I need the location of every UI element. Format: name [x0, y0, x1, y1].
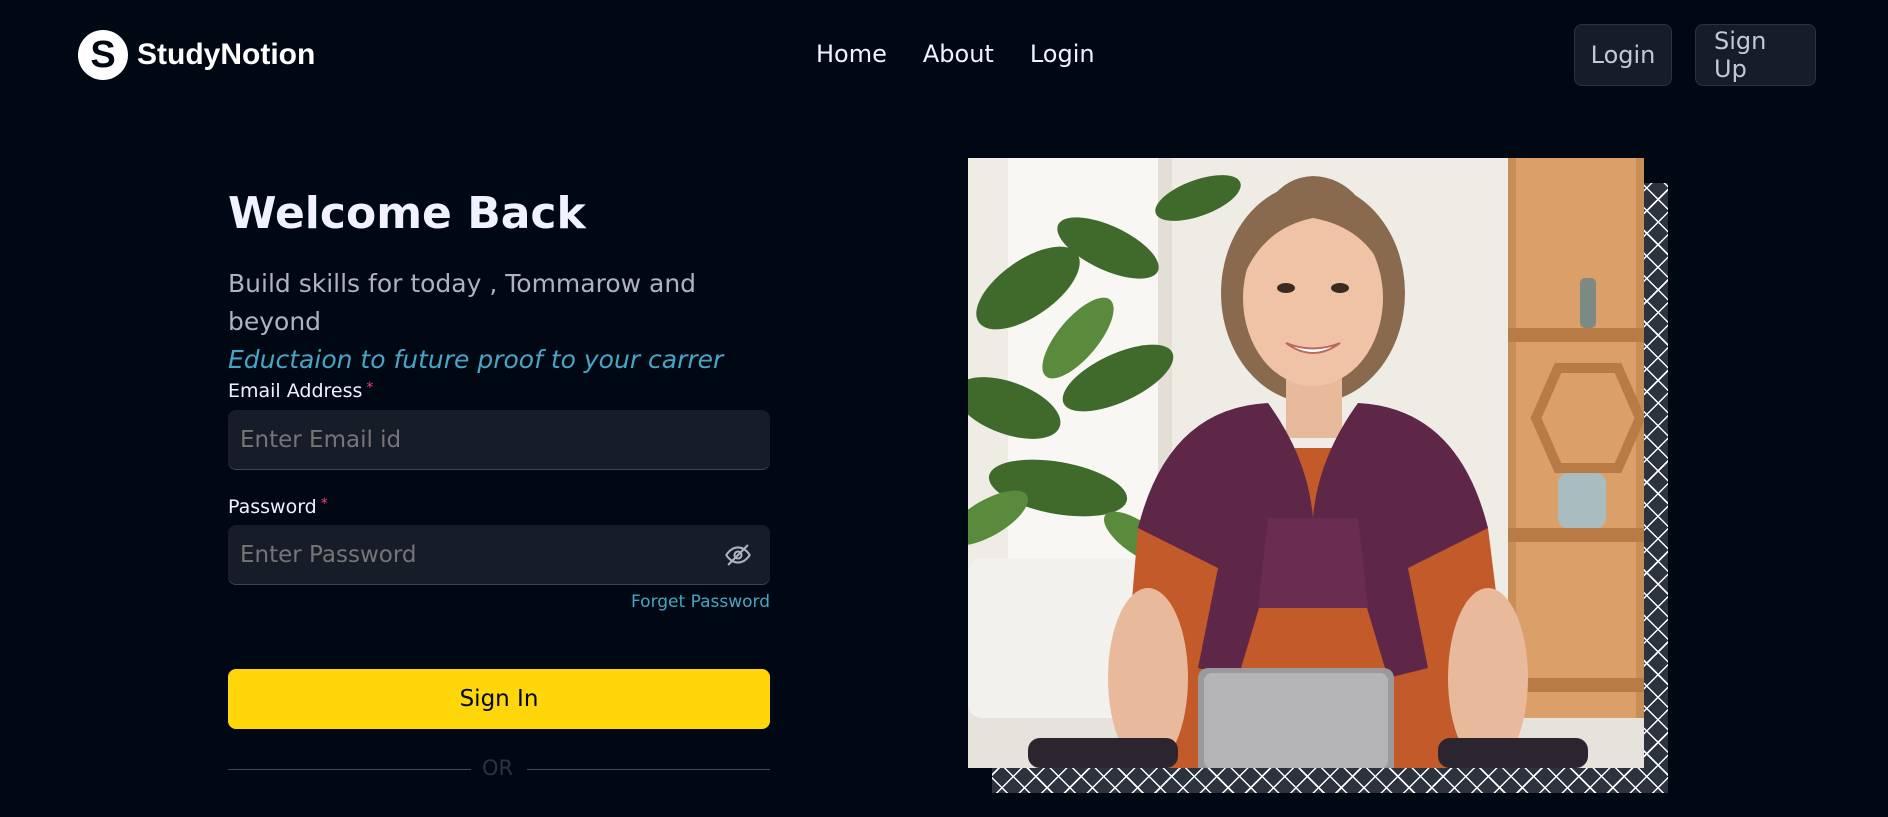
brand-name: StudyNotion [137, 38, 316, 71]
hero-image [968, 158, 1644, 768]
subtitle-highlight: Eductaion to future proof to your carrer [228, 345, 724, 374]
password-label-text: Password [228, 496, 317, 518]
eye-slash-icon[interactable] [724, 541, 752, 569]
required-mark: * [366, 380, 374, 396]
or-divider: OR [228, 756, 770, 782]
email-field[interactable] [228, 410, 770, 470]
forget-password-link[interactable]: Forget Password [631, 592, 770, 612]
nav-link-login[interactable]: Login [1030, 40, 1095, 68]
nav-link-home[interactable]: Home [816, 40, 887, 68]
required-mark: * [320, 496, 328, 512]
signin-button[interactable]: Sign In [228, 669, 770, 729]
page-title: Welcome Back [228, 188, 586, 239]
login-button[interactable]: Login [1574, 24, 1672, 86]
divider-text: OR [482, 756, 514, 780]
signup-button[interactable]: Sign Up [1695, 24, 1816, 86]
password-field[interactable] [228, 525, 770, 585]
divider-line [228, 769, 471, 770]
logo-icon: S [78, 30, 128, 80]
brand-logo[interactable]: S StudyNotion [78, 30, 315, 80]
email-label-text: Email Address [228, 380, 363, 402]
navbar: S StudyNotion Home About Login Login Sig… [0, 0, 1888, 112]
email-label: Email Address * [228, 380, 373, 402]
subtitle: Build skills for today , Tommarow and be… [228, 269, 697, 336]
student-illustration [968, 158, 1644, 768]
login-form: Welcome Back Build skills for today , To… [228, 180, 770, 780]
password-label: Password * [228, 496, 328, 518]
nav-link-about[interactable]: About [923, 40, 994, 68]
nav-links: Home About Login [816, 40, 1095, 68]
divider-line [527, 769, 770, 770]
